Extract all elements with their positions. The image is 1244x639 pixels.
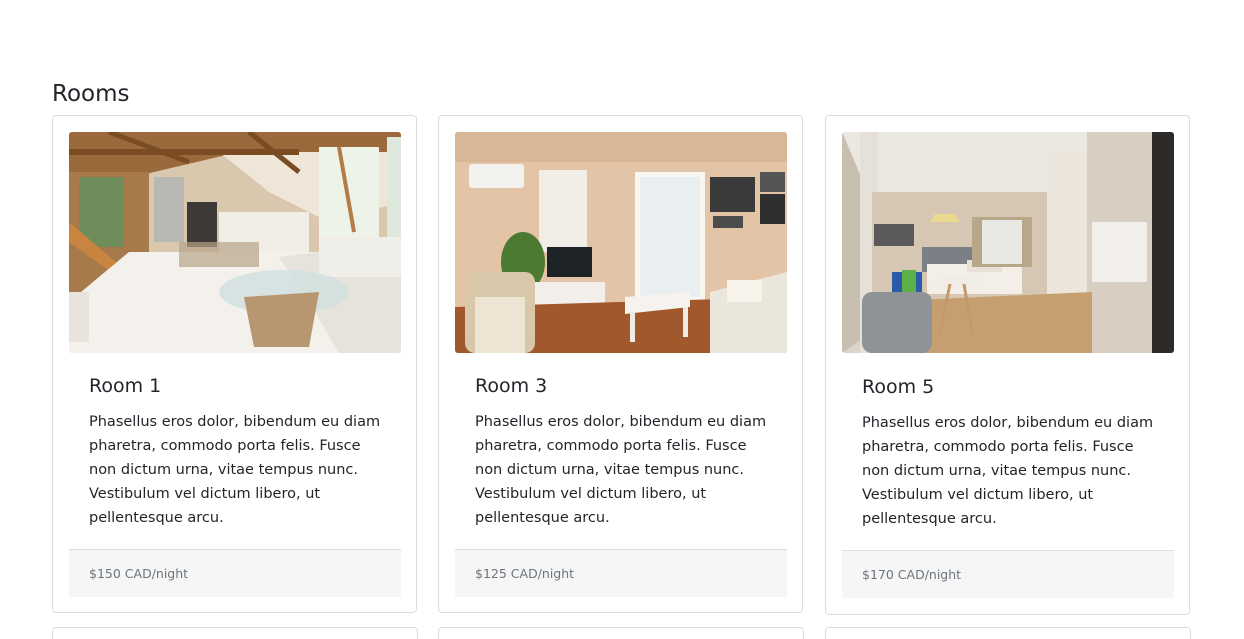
room-photo-graphic bbox=[69, 132, 401, 353]
room-photo[interactable] bbox=[842, 132, 1174, 353]
room-card[interactable]: Room 1 Phasellus eros dolor, bibendum eu… bbox=[52, 115, 417, 613]
room-price: $170 CAD/night bbox=[842, 550, 1174, 598]
room-title: Room 5 bbox=[862, 376, 935, 398]
room-title: Room 3 bbox=[475, 375, 548, 397]
room-photo[interactable] bbox=[69, 132, 401, 353]
room-photo-graphic bbox=[842, 132, 1174, 353]
room-photo[interactable] bbox=[455, 132, 787, 353]
room-card[interactable]: Room 5 Phasellus eros dolor, bibendum eu… bbox=[825, 115, 1190, 615]
room-description: Phasellus eros dolor, bibendum eu diam p… bbox=[862, 415, 1154, 527]
room-title: Room 1 bbox=[89, 375, 162, 397]
room-description: Phasellus eros dolor, bibendum eu diam p… bbox=[89, 414, 381, 526]
room-card-partial[interactable] bbox=[825, 627, 1191, 639]
room-card[interactable]: Room 3 Phasellus eros dolor, bibendum eu… bbox=[438, 115, 803, 613]
section-title: Rooms bbox=[52, 81, 130, 107]
room-photo-graphic bbox=[455, 132, 787, 353]
page: Rooms Room 1 Phasellus eros dolor, biben… bbox=[0, 0, 1244, 639]
room-cards: Room 1 Phasellus eros dolor, bibendum eu… bbox=[52, 115, 1191, 615]
room-card-partial[interactable] bbox=[438, 627, 804, 639]
room-price: $125 CAD/night bbox=[455, 549, 787, 597]
room-description: Phasellus eros dolor, bibendum eu diam p… bbox=[475, 414, 767, 526]
room-price: $150 CAD/night bbox=[69, 549, 401, 597]
room-card-partial[interactable] bbox=[52, 627, 418, 639]
